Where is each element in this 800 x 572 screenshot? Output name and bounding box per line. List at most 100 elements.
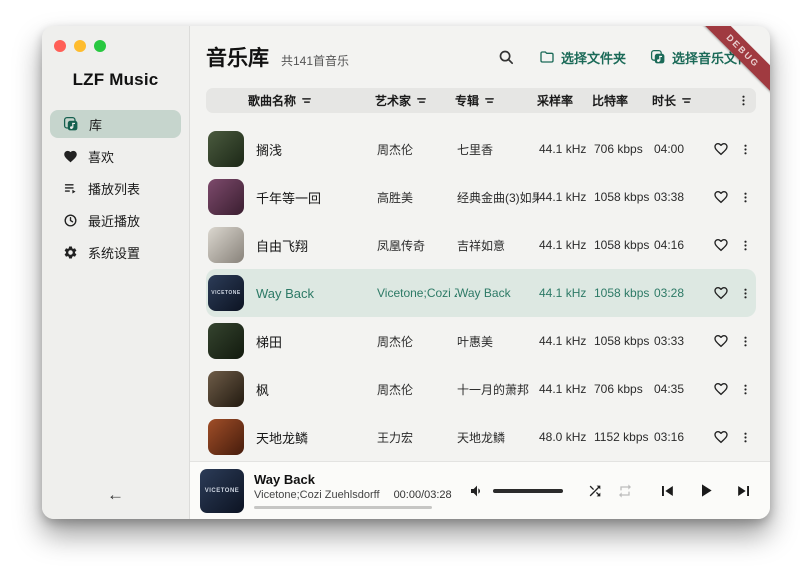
sort-icon bbox=[416, 95, 427, 106]
column-album[interactable]: 专辑 bbox=[455, 92, 537, 109]
volume-icon[interactable] bbox=[469, 483, 485, 499]
album-art bbox=[208, 131, 244, 167]
favorite-heart-icon[interactable] bbox=[707, 429, 735, 445]
song-sample-rate: 44.1 kHz bbox=[539, 238, 594, 252]
music-file-icon bbox=[650, 49, 666, 65]
song-duration: 03:16 bbox=[654, 430, 707, 444]
favorite-heart-icon[interactable] bbox=[707, 141, 735, 157]
top-bar: 音乐库 共141首音乐 选择文件夹 选择音乐文件 bbox=[190, 26, 770, 80]
column-artist[interactable]: 艺术家 bbox=[375, 92, 455, 109]
sidebar-item-library[interactable]: 库 bbox=[50, 110, 181, 138]
sort-icon bbox=[681, 95, 692, 106]
song-row[interactable]: 搁浅 周杰伦 七里香 44.1 kHz 706 kbps 04:00 bbox=[206, 125, 756, 173]
minimize-window-button[interactable] bbox=[74, 40, 86, 52]
song-artist: 周杰伦 bbox=[377, 333, 457, 350]
song-list: 搁浅 周杰伦 七里香 44.1 kHz 706 kbps 04:00 千年等一回… bbox=[206, 125, 756, 461]
sidebar-item-favorites[interactable]: 喜欢 bbox=[50, 142, 181, 170]
sidebar-menu: 库 喜欢 播放列表 最近播放 bbox=[42, 90, 189, 266]
volume-slider[interactable] bbox=[493, 489, 563, 493]
repeat-icon[interactable] bbox=[617, 483, 633, 499]
song-album: 叶惠美 bbox=[457, 333, 539, 350]
sidebar-item-label: 库 bbox=[89, 115, 102, 134]
page-title: 音乐库 bbox=[206, 42, 269, 72]
song-duration: 04:35 bbox=[654, 382, 707, 396]
song-row[interactable]: 天地龙鳞 王力宏 天地龙鳞 48.0 kHz 1152 kbps 03:16 bbox=[206, 413, 756, 461]
song-title: 搁浅 bbox=[256, 140, 377, 159]
previous-track-button[interactable] bbox=[657, 481, 677, 501]
song-title: 枫 bbox=[256, 380, 377, 399]
song-bitrate: 706 kbps bbox=[594, 382, 654, 396]
collapse-sidebar-button[interactable]: ← bbox=[42, 485, 189, 505]
favorite-heart-icon[interactable] bbox=[707, 189, 735, 205]
favorite-heart-icon[interactable] bbox=[707, 237, 735, 253]
song-album: Way Back bbox=[457, 286, 539, 300]
song-duration: 03:33 bbox=[654, 334, 707, 348]
song-row[interactable]: 枫 周杰伦 十一月的萧邦 44.1 kHz 706 kbps 04:35 bbox=[206, 365, 756, 413]
choose-folder-button[interactable]: 选择文件夹 bbox=[539, 48, 626, 67]
app-window: LZF Music 库 喜欢 播放列表 bbox=[42, 26, 770, 519]
table-options-button[interactable] bbox=[733, 94, 754, 107]
sidebar-item-label: 喜欢 bbox=[88, 147, 114, 166]
next-track-button[interactable] bbox=[734, 481, 754, 501]
row-more-button[interactable] bbox=[735, 191, 756, 204]
favorite-heart-icon[interactable] bbox=[707, 285, 735, 301]
album-art: VICETONE bbox=[208, 275, 244, 311]
shuffle-icon[interactable] bbox=[587, 483, 603, 499]
sidebar-item-playlists[interactable]: 播放列表 bbox=[50, 174, 181, 202]
table-header: 歌曲名称 艺术家 专辑 采样率 比特率 时长 bbox=[206, 88, 756, 113]
now-playing-art: VICETONE bbox=[200, 469, 244, 513]
song-sample-rate: 44.1 kHz bbox=[539, 190, 594, 204]
song-artist: 周杰伦 bbox=[377, 141, 457, 158]
song-sample-rate: 44.1 kHz bbox=[539, 142, 594, 156]
song-title: 自由飞翔 bbox=[256, 236, 377, 255]
song-duration: 04:16 bbox=[654, 238, 707, 252]
sidebar-item-settings[interactable]: 系统设置 bbox=[50, 238, 181, 266]
column-duration[interactable]: 时长 bbox=[652, 92, 705, 109]
app-title: LZF Music bbox=[42, 70, 189, 90]
song-row-active[interactable]: VICETONE Way Back Vicetone;Cozi Zu... Wa… bbox=[206, 269, 756, 317]
row-more-button[interactable] bbox=[735, 143, 756, 156]
now-playing-title: Way Back bbox=[254, 472, 432, 487]
favorite-heart-icon[interactable] bbox=[707, 381, 735, 397]
row-more-button[interactable] bbox=[735, 287, 756, 300]
song-row[interactable]: 千年等一回 高胜美 经典金曲(3)如果... 44.1 kHz 1058 kbp… bbox=[206, 173, 756, 221]
sort-icon bbox=[484, 95, 495, 106]
history-icon bbox=[63, 213, 78, 228]
window-controls bbox=[42, 26, 189, 52]
song-row[interactable]: 梯田 周杰伦 叶惠美 44.1 kHz 1058 kbps 03:33 bbox=[206, 317, 756, 365]
row-more-button[interactable] bbox=[735, 383, 756, 396]
search-icon[interactable] bbox=[498, 49, 515, 66]
playback-time: 00:00/03:28 bbox=[394, 489, 452, 501]
song-count: 共141首音乐 bbox=[281, 52, 349, 69]
now-playing-artist: Vicetone;Cozi Zuehlsdorff bbox=[254, 489, 380, 501]
album-art bbox=[208, 419, 244, 455]
library-icon bbox=[63, 116, 79, 132]
row-more-button[interactable] bbox=[735, 431, 756, 444]
song-artist: Vicetone;Cozi Zu... bbox=[377, 286, 457, 300]
favorite-heart-icon[interactable] bbox=[707, 333, 735, 349]
progress-bar[interactable] bbox=[254, 506, 432, 509]
column-song-name[interactable]: 歌曲名称 bbox=[206, 92, 375, 109]
play-button[interactable] bbox=[695, 480, 716, 501]
song-sample-rate: 44.1 kHz bbox=[539, 334, 594, 348]
player-bar: VICETONE Way Back Vicetone;Cozi Zuehlsdo… bbox=[190, 461, 770, 519]
column-bitrate: 比特率 bbox=[592, 92, 652, 109]
maximize-window-button[interactable] bbox=[94, 40, 106, 52]
row-more-button[interactable] bbox=[735, 239, 756, 252]
playlist-icon bbox=[63, 181, 78, 196]
song-bitrate: 1058 kbps bbox=[594, 238, 654, 252]
sidebar-item-recent[interactable]: 最近播放 bbox=[50, 206, 181, 234]
song-title: 梯田 bbox=[256, 332, 377, 351]
song-row[interactable]: 自由飞翔 凤凰传奇 吉祥如意 44.1 kHz 1058 kbps 04:16 bbox=[206, 221, 756, 269]
album-art bbox=[208, 227, 244, 263]
song-title: 天地龙鳞 bbox=[256, 428, 377, 447]
song-album: 七里香 bbox=[457, 141, 539, 158]
close-window-button[interactable] bbox=[54, 40, 66, 52]
row-more-button[interactable] bbox=[735, 335, 756, 348]
song-album: 吉祥如意 bbox=[457, 237, 539, 254]
song-bitrate: 1058 kbps bbox=[594, 190, 654, 204]
column-sample-rate: 采样率 bbox=[537, 92, 592, 109]
song-artist: 高胜美 bbox=[377, 189, 457, 206]
song-bitrate: 1152 kbps bbox=[594, 430, 654, 444]
song-artist: 周杰伦 bbox=[377, 381, 457, 398]
